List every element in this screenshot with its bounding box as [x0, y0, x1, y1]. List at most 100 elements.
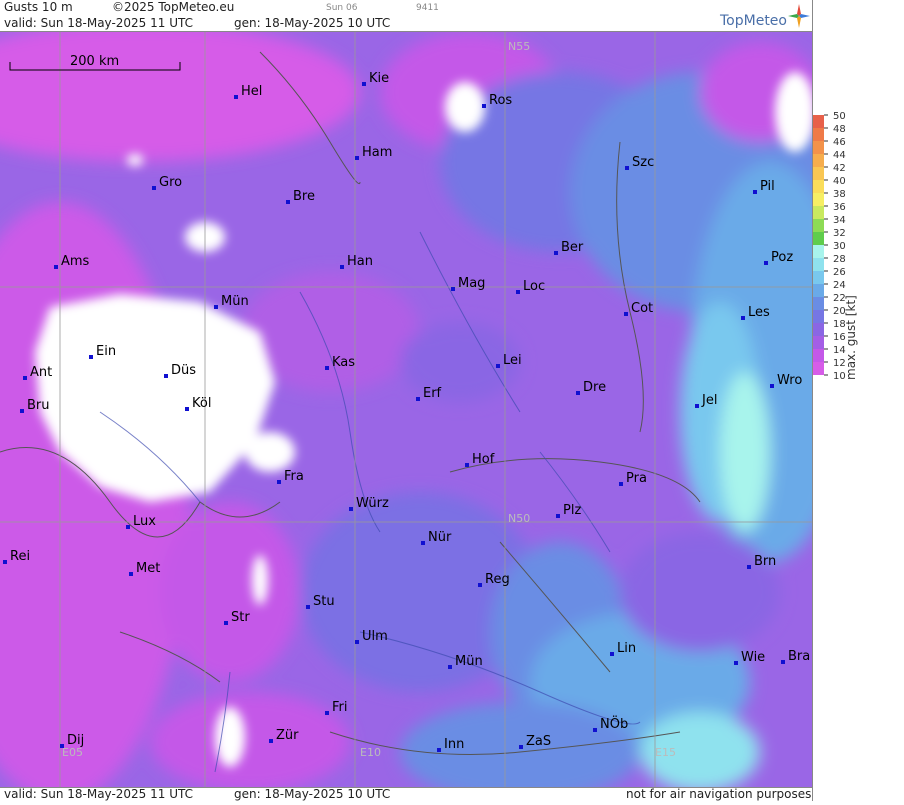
city-dot — [3, 560, 7, 564]
gust-field — [0, 32, 812, 787]
city-label: Inn — [444, 737, 464, 752]
city-dot — [482, 104, 486, 108]
city-dot — [20, 409, 24, 413]
city-label: Poz — [771, 250, 793, 265]
city-label: Les — [748, 305, 770, 320]
city-label: Kie — [369, 71, 389, 86]
legend-tick-label: 32 — [833, 228, 846, 239]
legend-tick-label: 30 — [833, 241, 846, 252]
city-dot — [416, 397, 420, 401]
city-dot — [126, 525, 130, 529]
city-dot — [277, 480, 281, 484]
city-label: Bru — [27, 398, 50, 413]
city-label: Stu — [313, 594, 335, 609]
city-dot — [269, 739, 273, 743]
city-dot — [224, 621, 228, 625]
legend-swatch — [812, 310, 824, 323]
legend-tick-label: 42 — [833, 163, 846, 174]
city-label: Mün — [455, 654, 483, 669]
legend-swatch — [812, 323, 824, 336]
copyright-text: ©2025 TopMeteo.eu — [112, 0, 235, 14]
city-label: Han — [347, 254, 373, 269]
legend-tick-label: 46 — [833, 137, 846, 148]
city-dot — [619, 482, 623, 486]
city-dot — [325, 711, 329, 715]
city-dot — [60, 744, 64, 748]
city-label: ZaS — [526, 734, 551, 749]
city-label: Bra — [788, 649, 810, 664]
city-dot — [554, 251, 558, 255]
city-label: Köl — [192, 396, 211, 411]
city-dot — [355, 156, 359, 160]
legend-swatch — [812, 349, 824, 362]
legend-tick-label: 44 — [833, 150, 846, 161]
valid-time: valid: Sun 18-May-2025 11 UTC — [4, 16, 193, 30]
city-label: Ein — [96, 344, 116, 359]
city-label: Bre — [293, 189, 315, 204]
legend-tick-label: 40 — [833, 176, 846, 187]
city-dot — [437, 748, 441, 752]
city-label: Brn — [754, 554, 776, 569]
city-label: Hof — [472, 452, 495, 467]
legend-swatch — [812, 284, 824, 297]
topmeteo-logo: TopMeteo — [720, 2, 812, 32]
footer-generated-time: gen: 18-May-2025 10 UTC — [234, 787, 391, 801]
city-dot — [355, 640, 359, 644]
city-label: Pra — [626, 471, 647, 486]
city-dot — [556, 514, 560, 518]
city-dot — [741, 316, 745, 320]
legend: 50 48 46 44 42 40 38 36 34 32 30 28 26 24 22 20 18 16 14 12… — [812, 0, 904, 801]
legend-swatch — [812, 271, 824, 284]
city-dot — [625, 166, 629, 170]
logo-text: TopMeteo — [720, 13, 787, 29]
city-dot — [516, 290, 520, 294]
legend-swatch — [812, 258, 824, 271]
city-label: Kas — [332, 355, 355, 370]
city-dot — [781, 660, 785, 664]
city-dot — [23, 376, 27, 380]
legend-tick-label: 36 — [833, 202, 846, 213]
legend-swatch — [812, 128, 824, 141]
city-dot — [421, 541, 425, 545]
city-dot — [306, 605, 310, 609]
city-dot — [152, 186, 156, 190]
city-label: Würz — [356, 496, 389, 511]
city-label: Lux — [133, 514, 156, 529]
city-dot — [576, 391, 580, 395]
city-label: Lei — [503, 353, 522, 368]
legend-swatch — [812, 180, 824, 193]
city-dot — [362, 82, 366, 86]
city-label: Mag — [458, 276, 485, 291]
product-title: Gusts 10 m — [4, 0, 73, 14]
grid-label: E10 — [360, 746, 381, 759]
city-label: Wie — [741, 650, 765, 665]
city-dot — [325, 366, 329, 370]
grid-label: E15 — [655, 746, 676, 759]
legend-swatch — [812, 154, 824, 167]
city-dot — [695, 404, 699, 408]
city-label: Zür — [276, 728, 299, 743]
footer-valid-time: valid: Sun 18-May-2025 11 UTC — [4, 787, 193, 801]
city-dot — [519, 745, 523, 749]
city-dot — [185, 407, 189, 411]
city-label: Hel — [241, 84, 262, 99]
city-label: Nür — [428, 530, 452, 545]
legend-swatch — [812, 245, 824, 258]
generated-time: gen: 18-May-2025 10 UTC — [234, 16, 391, 30]
legend-title: max. gust [kt] — [844, 295, 858, 380]
city-label: Plz — [563, 503, 581, 518]
city-dot — [624, 312, 628, 316]
gust-map[interactable]: N55 N50 E05 E10 E15 200 km Hel Kie Ros Ham Gro Br… — [0, 32, 812, 787]
run-code: 9411 — [416, 3, 439, 13]
grid-label: N50 — [508, 512, 530, 525]
city-dot — [349, 507, 353, 511]
city-dot — [764, 261, 768, 265]
city-dot — [448, 665, 452, 669]
legend-swatch — [812, 336, 824, 349]
city-label: Düs — [171, 363, 196, 378]
day-code: Sun 06 — [326, 3, 358, 13]
city-label: Met — [136, 561, 160, 576]
city-dot — [340, 265, 344, 269]
city-label: Gro — [159, 175, 182, 190]
city-label: Fri — [332, 700, 348, 715]
